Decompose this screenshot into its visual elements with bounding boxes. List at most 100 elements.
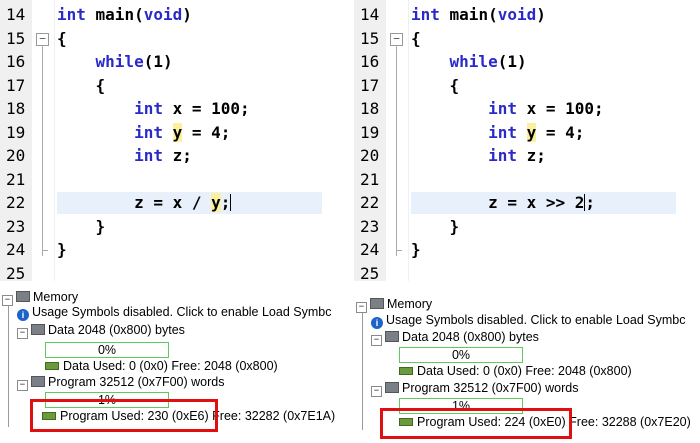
code-line[interactable]: 18 int x = 100; xyxy=(354,97,700,121)
line-number: 14 xyxy=(360,5,380,24)
memory-icon xyxy=(370,298,384,309)
line-number: 20 xyxy=(360,146,380,165)
code-line[interactable]: 23 } xyxy=(0,215,346,239)
program-label: Program 32512 (0x7F00) words xyxy=(48,375,225,389)
line-number: 22 xyxy=(360,193,380,212)
code-text: { xyxy=(57,29,67,48)
code-token: y xyxy=(526,122,537,142)
code-text: int z; xyxy=(57,146,192,165)
code-line[interactable]: 21 xyxy=(0,168,346,192)
line-number: 20 xyxy=(6,146,26,165)
code-token: ) xyxy=(182,5,192,24)
fold-guide-line xyxy=(42,44,43,256)
fold-end-marker xyxy=(396,250,402,251)
text-cursor xyxy=(230,194,232,211)
memory-root-label: Memory xyxy=(387,297,433,311)
collapse-icon[interactable]: − xyxy=(17,380,28,391)
line-number: 15 xyxy=(6,28,26,48)
code-line[interactable]: 22 z = x >> 2; xyxy=(354,191,700,215)
code-line[interactable]: 25 xyxy=(354,262,700,282)
code-token: { xyxy=(449,75,460,95)
code-text: { xyxy=(57,76,106,95)
code-token: = 4; xyxy=(182,122,231,142)
code-editor[interactable]: 14 int main(void) 15 {16 while(1) 17 {18 int… xyxy=(0,0,346,281)
memory-icon xyxy=(385,331,399,342)
line-number: 21 xyxy=(360,169,380,189)
code-line[interactable]: 19 int y = 4; xyxy=(0,121,346,145)
code-editor[interactable]: 14 int main(void) 15 {16 while(1) 17 {18 int… xyxy=(354,0,700,281)
code-line[interactable]: 20 int z; xyxy=(0,144,346,168)
code-text: int main(void) xyxy=(411,5,546,24)
collapse-icon[interactable]: − xyxy=(371,386,382,397)
code-line[interactable]: 15 { xyxy=(0,27,346,51)
memory-root-label: Memory xyxy=(33,290,79,304)
code-token: x = 100; xyxy=(516,99,604,118)
code-text: } xyxy=(411,240,421,259)
code-token: { xyxy=(57,28,67,48)
code-line[interactable]: 16 while(1) xyxy=(0,50,346,74)
code-token: ; xyxy=(220,193,231,212)
code-line[interactable]: 16 while(1) xyxy=(354,50,700,74)
code-line[interactable]: 25 xyxy=(0,262,346,282)
code-text: } xyxy=(57,240,67,259)
data-used-item: Data Used: 0 (0x0) Free: 2048 (0x800) xyxy=(399,362,632,380)
collapse-icon[interactable]: − xyxy=(17,328,28,339)
code-line[interactable]: 14 int main(void) xyxy=(0,3,346,27)
data-node[interactable]: − Data 2048 (0x800) bytes xyxy=(371,328,539,346)
code-token: y xyxy=(172,122,183,142)
line-number: 17 xyxy=(360,75,380,95)
line-number: 15 xyxy=(360,28,380,48)
code-token: ) xyxy=(536,5,546,24)
usage-symbols-info[interactable]: i Usage Symbols disabled. Click to enable… xyxy=(17,303,331,321)
code-token: z = x >> 2 xyxy=(488,193,585,212)
memory-tree: − Memory i Usage Symbols disabled. Click t… xyxy=(354,292,700,443)
code-text: while(1) xyxy=(57,52,173,71)
code-line[interactable]: 23 } xyxy=(354,215,700,239)
code-token: while xyxy=(449,52,498,71)
code-line[interactable]: 21 xyxy=(354,168,700,192)
code-line[interactable]: 24} xyxy=(0,238,346,262)
code-line[interactable]: 15 { xyxy=(354,27,700,51)
code-token: y xyxy=(211,193,221,212)
code-line[interactable]: 19 int y = 4; xyxy=(354,121,700,145)
code-token: int xyxy=(411,5,440,24)
code-token: } xyxy=(95,216,106,236)
collapse-icon[interactable]: − xyxy=(371,335,382,346)
code-line[interactable]: 20 int z; xyxy=(354,144,700,168)
code-token: z = x / xyxy=(134,193,212,212)
left-panel: 14 int main(void) 15 {16 while(1) 17 {18 int… xyxy=(0,0,346,443)
panel-divider xyxy=(346,0,354,443)
code-token: { xyxy=(411,28,421,48)
collapse-icon[interactable]: − xyxy=(356,302,367,313)
code-token: int xyxy=(57,5,86,24)
collapse-icon[interactable]: − xyxy=(2,295,13,306)
code-text: int x = 100; xyxy=(57,99,250,118)
usage-symbols-text: Usage Symbols disabled. Click to enable … xyxy=(386,313,686,327)
code-token: while xyxy=(95,52,144,71)
data-node[interactable]: − Data 2048 (0x800) bytes xyxy=(17,321,185,339)
code-line[interactable]: 22 z = x / y; xyxy=(0,191,346,215)
data-label: Data 2048 (0x800) bytes xyxy=(402,330,539,344)
memory-icon xyxy=(16,291,30,302)
code-line[interactable]: 18 int x = 100; xyxy=(0,97,346,121)
code-token: } xyxy=(449,216,460,236)
code-line[interactable]: 24} xyxy=(354,238,700,262)
code-line[interactable]: 14 int main(void) xyxy=(354,3,700,27)
code-line[interactable]: 17 { xyxy=(0,74,346,98)
info-icon: i xyxy=(17,309,29,321)
usage-symbols-info[interactable]: i Usage Symbols disabled. Click to enable… xyxy=(371,311,685,329)
program-node[interactable]: − Program 32512 (0x7F00) words xyxy=(371,379,578,397)
tree-line xyxy=(362,305,363,430)
code-token: x = 100; xyxy=(162,99,250,118)
program-node[interactable]: − Program 32512 (0x7F00) words xyxy=(17,373,224,391)
code-token: void xyxy=(143,5,183,24)
code-line[interactable]: 17 { xyxy=(354,74,700,98)
